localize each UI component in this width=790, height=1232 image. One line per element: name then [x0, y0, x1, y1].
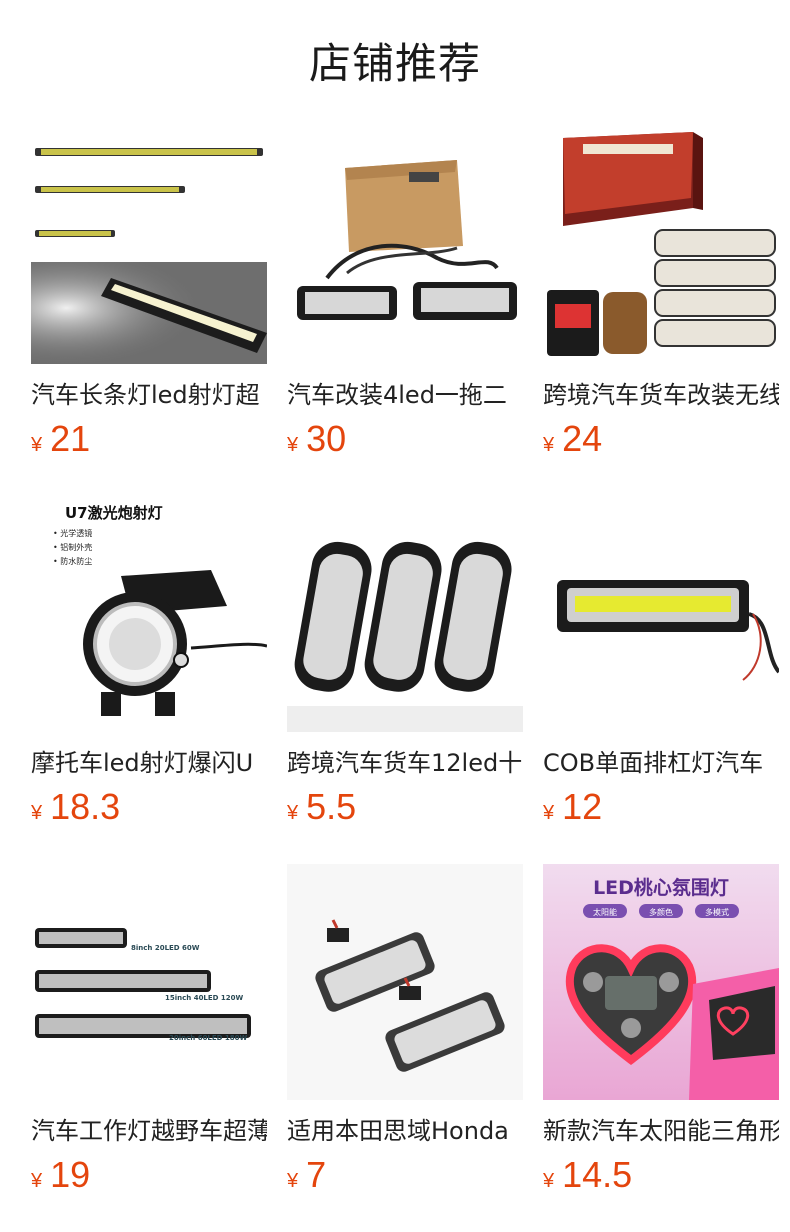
price-value: 7 [306, 1154, 327, 1195]
product-title[interactable]: 汽车长条灯led射灯超 [31, 378, 267, 412]
product-title[interactable]: 汽车改装4led一拖二 [287, 378, 523, 412]
strobe-light-kit-image[interactable] [287, 128, 523, 364]
product-title[interactable]: 跨境汽车货车12led十 [287, 746, 523, 780]
product-card[interactable]: 8inch 20LED 60W 15inch 40LED 120W 20inch… [31, 864, 267, 1204]
price-value: 30 [306, 418, 347, 459]
product-price: ¥14.5 [543, 1154, 779, 1198]
currency-symbol: ¥ [31, 1170, 43, 1192]
license-plate-light-image[interactable] [287, 864, 523, 1100]
product-card[interactable]: 汽车改装4led一拖二 ¥30 [287, 128, 523, 468]
u7-title-text: U7激光炮射灯 [65, 504, 163, 522]
product-price: ¥12 [543, 786, 779, 830]
u7-bullet: • 铝制外壳 [53, 542, 92, 552]
price-value: 5.5 [306, 786, 357, 827]
product-card[interactable]: U7激光炮射灯 • 光学透镜 • 铝制外壳 • 防水防尘 摩托车led射灯爆闪U… [31, 496, 267, 836]
currency-symbol: ¥ [287, 802, 299, 824]
price-value: 19 [50, 1154, 91, 1195]
currency-symbol: ¥ [31, 434, 43, 456]
currency-symbol: ¥ [543, 1170, 555, 1192]
motorcycle-spotlight-image[interactable]: U7激光炮射灯 • 光学透镜 • 铝制外壳 • 防水防尘 [31, 496, 267, 732]
work-light-label: 8inch 20LED 60W [131, 944, 200, 952]
product-price: ¥30 [287, 418, 523, 462]
product-title[interactable]: 适用本田思域Honda [287, 1114, 523, 1148]
boxed-strobe-lights-image[interactable] [543, 128, 779, 364]
price-value: 24 [562, 418, 603, 459]
heart-title-text: LED桃心氛围灯 [593, 876, 729, 899]
product-price: ¥7 [287, 1154, 523, 1198]
product-title[interactable]: 摩托车led射灯爆闪U [31, 746, 267, 780]
heart-tag: 多颜色 [649, 907, 673, 917]
product-card[interactable]: 适用本田思域Honda ¥7 [287, 864, 523, 1204]
led-light-bar-image[interactable] [31, 128, 267, 364]
product-card[interactable]: 跨境汽车货车12led十 ¥5.5 [287, 496, 523, 836]
12-led-strobe-image[interactable] [287, 496, 523, 732]
price-value: 18.3 [50, 786, 121, 827]
price-value: 14.5 [562, 1154, 633, 1195]
product-card[interactable]: 跨境汽车货车改装无线 ¥24 [543, 128, 779, 468]
work-light-label: 20inch 60LED 180W [169, 1034, 248, 1042]
heart-ambient-light-image[interactable]: LED桃心氛围灯 太阳能 多颜色 多模式 [543, 864, 779, 1100]
heart-tag: 太阳能 [593, 907, 617, 917]
cob-light-bar-image[interactable] [543, 496, 779, 732]
price-value: 21 [50, 418, 91, 459]
product-price: ¥19 [31, 1154, 267, 1198]
heart-tag: 多模式 [705, 907, 729, 917]
product-title[interactable]: COB单面排杠灯汽车 [543, 746, 779, 780]
product-card[interactable]: COB单面排杠灯汽车 ¥12 [543, 496, 779, 836]
price-value: 12 [562, 786, 603, 827]
u7-bullet: • 光学透镜 [53, 528, 92, 538]
product-title[interactable]: 新款汽车太阳能三角形 [543, 1114, 779, 1148]
currency-symbol: ¥ [31, 802, 43, 824]
work-light-bars-image[interactable]: 8inch 20LED 60W 15inch 40LED 120W 20inch… [31, 864, 267, 1100]
currency-symbol: ¥ [287, 434, 299, 456]
product-price: ¥5.5 [287, 786, 523, 830]
product-card[interactable]: LED桃心氛围灯 太阳能 多颜色 多模式 新款汽车太阳能三角形 ¥14.5 [543, 864, 779, 1204]
product-card[interactable]: 汽车长条灯led射灯超 ¥21 [31, 128, 267, 468]
work-light-label: 15inch 40LED 120W [165, 994, 244, 1002]
currency-symbol: ¥ [287, 1170, 299, 1192]
product-price: ¥24 [543, 418, 779, 462]
product-title[interactable]: 汽车工作灯越野车超薄 [31, 1114, 267, 1148]
u7-bullet: • 防水防尘 [53, 556, 92, 566]
product-price: ¥18.3 [31, 786, 267, 830]
currency-symbol: ¥ [543, 434, 555, 456]
product-price: ¥21 [31, 418, 267, 462]
page-title: 店铺推荐 [308, 39, 481, 88]
product-title[interactable]: 跨境汽车货车改装无线 [543, 378, 779, 412]
currency-symbol: ¥ [543, 802, 555, 824]
